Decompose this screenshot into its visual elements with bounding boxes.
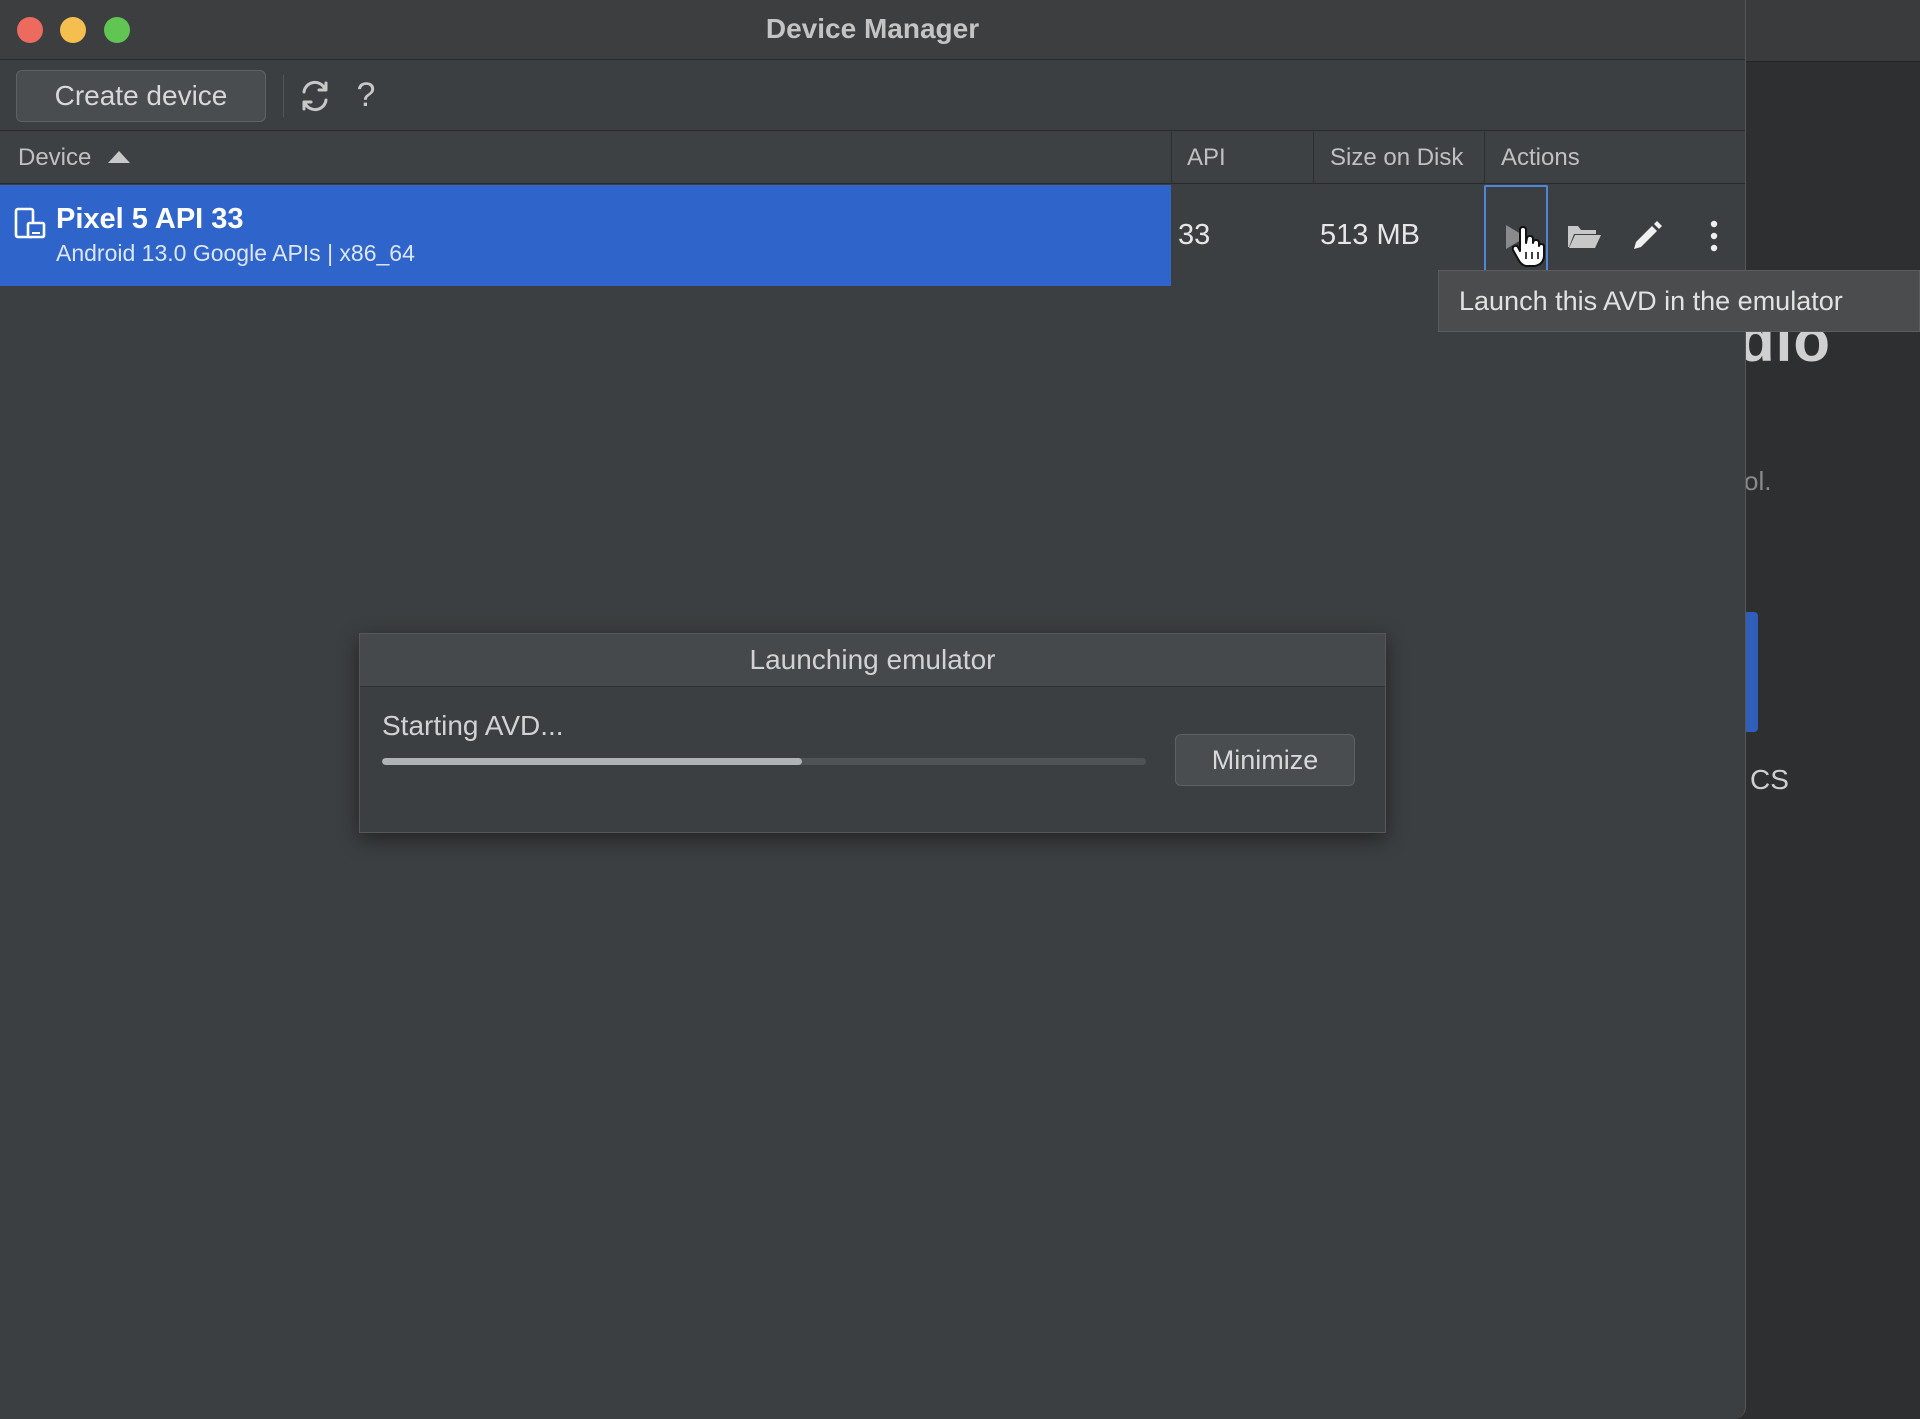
- column-separator: [1313, 132, 1314, 184]
- device-size-on-disk: 513 MB: [1320, 219, 1420, 251]
- dialog-title: Launching emulator: [360, 634, 1385, 687]
- phone-device-icon: [14, 207, 46, 239]
- window-title: Device Manager: [765, 13, 980, 44]
- title-bar: Device Manager: [0, 0, 1745, 60]
- progress-fill: [382, 758, 803, 765]
- folder-icon[interactable]: [1566, 221, 1602, 251]
- hand-pointer-cursor-icon: [1511, 226, 1545, 267]
- column-separator: [1484, 132, 1485, 184]
- background-window: [1740, 0, 1920, 1419]
- column-header-size[interactable]: Size on Disk: [1330, 132, 1463, 184]
- minimize-button[interactable]: Minimize: [1175, 734, 1355, 786]
- launch-progress-bar: [382, 758, 1146, 765]
- more-vertical-icon[interactable]: [1702, 218, 1726, 254]
- device-manager-window: Device Manager Create device ? Device AP…: [0, 0, 1746, 1419]
- toolbar: Create device ?: [0, 61, 1745, 131]
- table-header: Device API Size on Disk Actions: [0, 132, 1745, 184]
- launching-emulator-dialog: Launching emulator Starting AVD... Minim…: [359, 633, 1386, 833]
- background-topbar: [1740, 0, 1920, 62]
- device-name: Pixel 5 API 33: [56, 203, 244, 235]
- device-details: Android 13.0 Google APIs | x86_64: [56, 240, 415, 266]
- selected-row-highlight[interactable]: Pixel 5 API 33 Android 13.0 Google APIs …: [0, 185, 1171, 286]
- refresh-icon[interactable]: [296, 77, 334, 115]
- column-separator: [1171, 132, 1172, 184]
- column-header-api[interactable]: API: [1187, 132, 1226, 184]
- background-text-cs: CS: [1750, 764, 1789, 795]
- column-header-actions: Actions: [1501, 144, 1580, 171]
- edit-pencil-icon[interactable]: [1630, 218, 1664, 252]
- background-text-fragment: ol.: [1744, 466, 1772, 496]
- launch-tooltip: Launch this AVD in the emulator: [1438, 270, 1920, 332]
- sort-ascending-icon[interactable]: [108, 151, 130, 163]
- dialog-status-text: Starting AVD...: [382, 710, 564, 741]
- create-device-button[interactable]: Create device: [16, 70, 266, 122]
- help-icon[interactable]: ?: [350, 73, 382, 117]
- column-header-device[interactable]: Device: [18, 132, 91, 184]
- device-api-level: 33: [1178, 219, 1211, 251]
- toolbar-separator: [283, 75, 284, 117]
